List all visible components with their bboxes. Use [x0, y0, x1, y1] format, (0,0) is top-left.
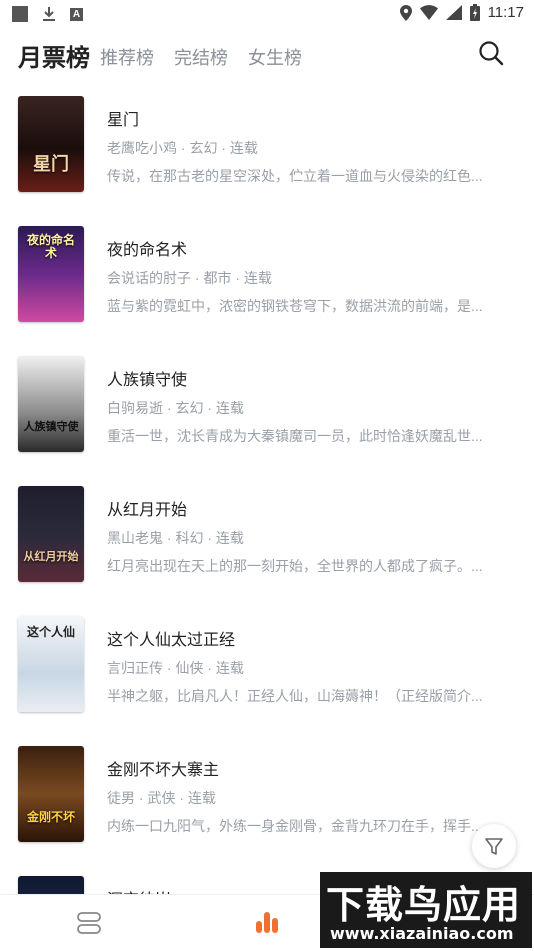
book-cover[interactable]: 人族镇守使	[18, 356, 84, 452]
book-item[interactable]: 这个人仙 这个人仙太过正经 言归正传 · 仙侠 · 连载 半神之躯，比肩凡人！正…	[0, 616, 534, 712]
book-item[interactable]: 从红月开始 从红月开始 黑山老鬼 · 科幻 · 连载 红月亮出现在天上的那一刻开…	[0, 486, 534, 582]
battery-icon	[469, 4, 480, 21]
book-description: 内练一口九阳气，外练一身金刚骨，金背九环刀在手，挥手...	[107, 818, 483, 834]
book-meta: 会说话的肘子 · 都市 · 连载	[107, 270, 272, 286]
bookshelf-icon[interactable]	[76, 911, 102, 935]
book-meta: 白驹易逝 · 玄幻 · 连载	[107, 400, 244, 416]
book-description: 传说，在那古老的星空深处，伫立着一道血与火侵染的红色...	[107, 168, 483, 184]
location-icon	[399, 4, 412, 21]
tab-completed[interactable]: 完结榜	[174, 44, 228, 70]
filter-button[interactable]	[472, 824, 516, 868]
filter-icon	[485, 838, 503, 855]
clock: 11:17	[487, 4, 524, 21]
book-title: 星门	[107, 112, 140, 129]
ranking-icon[interactable]	[254, 909, 280, 935]
book-item[interactable]: 夜的命名术 夜的命名术 会说话的肘子 · 都市 · 连载 蓝与紫的霓虹中，浓密的…	[0, 226, 534, 322]
book-item[interactable]: 星门 星门 老鹰吃小鸡 · 玄幻 · 连载 传说，在那古老的星空深处，伫立着一道…	[0, 96, 534, 192]
book-title: 金刚不坏大寨主	[107, 762, 220, 779]
notification-square-icon	[12, 6, 28, 22]
book-title: 这个人仙太过正经	[107, 632, 236, 649]
watermark-title: 下载鸟应用	[326, 883, 522, 927]
book-meta: 徒男 · 武侠 · 连载	[107, 790, 216, 806]
tab-monthly-ticket[interactable]: 月票榜	[18, 38, 90, 73]
book-description: 红月亮出现在天上的那一刻开始，全世界的人都成了疯子。...	[107, 558, 483, 574]
book-cover[interactable]: 星门	[18, 96, 84, 192]
book-title: 深空彼岸	[107, 886, 171, 894]
app-notification-icon: A	[70, 7, 83, 21]
book-title: 从红月开始	[107, 502, 188, 519]
book-list: 星门 星门 老鹰吃小鸡 · 玄幻 · 连载 传说，在那古老的星空深处，伫立着一道…	[0, 96, 534, 894]
book-item[interactable]: 金刚不坏 金刚不坏大寨主 徒男 · 武侠 · 连载 内练一口九阳气，外练一身金刚…	[0, 746, 534, 842]
signal-icon	[445, 5, 462, 20]
watermark-logo: 下载鸟应用 www.xiazainiao.com	[320, 872, 532, 948]
book-cover[interactable]: 夜的命名术	[18, 226, 84, 322]
book-cover[interactable]: 从红月开始	[18, 486, 84, 582]
book-description: 蓝与紫的霓虹中，浓密的钢铁苍穹下，数据洪流的前端，是...	[107, 298, 483, 314]
download-icon	[43, 7, 55, 21]
book-item[interactable]: 人族镇守使 人族镇守使 白驹易逝 · 玄幻 · 连载 重活一世，沈长青成为大秦镇…	[0, 356, 534, 452]
ranking-tab-bar: 月票榜 推荐榜 完结榜 女生榜	[0, 34, 534, 76]
book-cover[interactable]: 金刚不坏	[18, 746, 84, 842]
book-description: 半神之躯，比肩凡人！正经人仙，山海薅神！（正经版简介...	[107, 688, 483, 704]
watermark-url: www.xiazainiao.com	[330, 924, 514, 943]
search-icon[interactable]	[478, 40, 504, 66]
book-description: 重活一世，沈长青成为大秦镇魔司一员，此时恰逢妖魔乱世...	[107, 428, 483, 444]
book-meta: 老鹰吃小鸡 · 玄幻 · 连载	[107, 140, 258, 156]
wifi-icon	[419, 5, 438, 20]
book-title: 人族镇守使	[107, 372, 188, 389]
book-cover[interactable]: 这个人仙	[18, 616, 84, 712]
tab-recommended[interactable]: 推荐榜	[100, 44, 154, 70]
status-bar: A 11:17	[0, 0, 534, 28]
book-cover[interactable]	[18, 876, 84, 894]
book-meta: 黑山老鬼 · 科幻 · 连载	[107, 530, 244, 546]
book-title: 夜的命名术	[107, 242, 188, 259]
book-meta: 言归正传 · 仙侠 · 连载	[107, 660, 244, 676]
tab-female[interactable]: 女生榜	[248, 44, 302, 70]
